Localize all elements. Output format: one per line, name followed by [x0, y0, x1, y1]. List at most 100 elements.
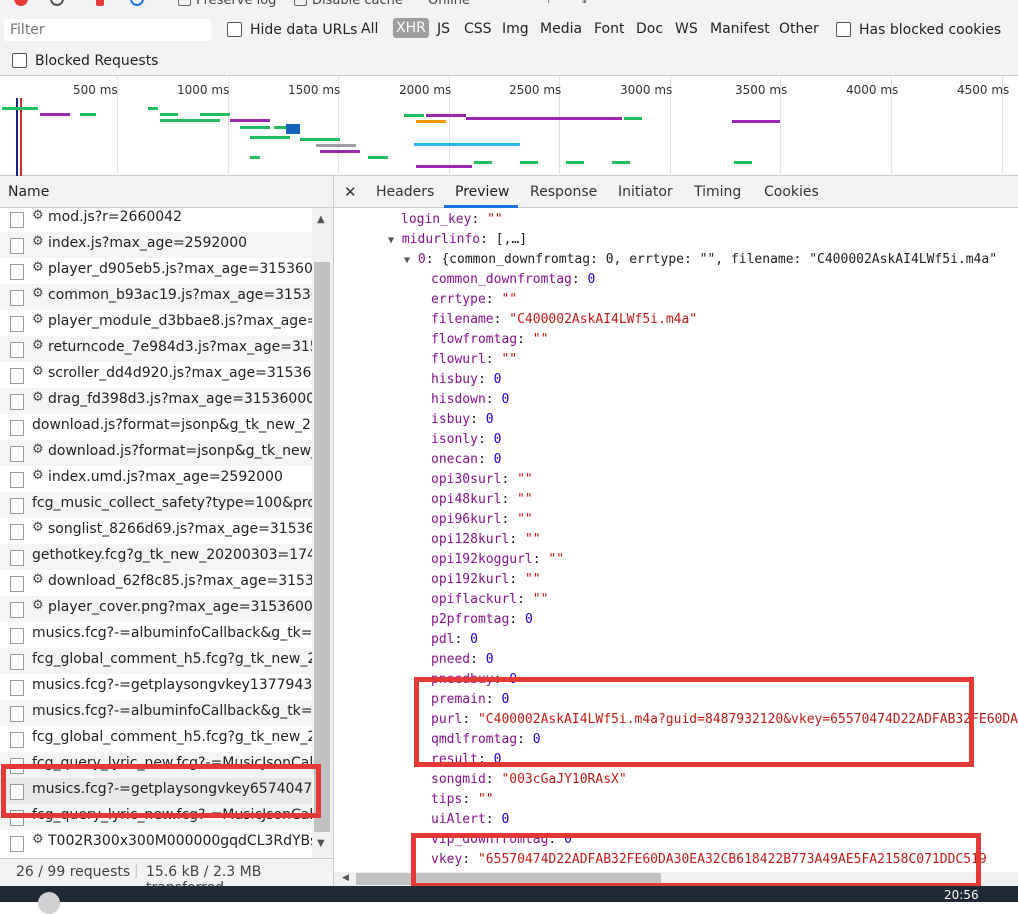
- export-har-icon[interactable]: ⤓: [582, 0, 587, 7]
- filter-type-img[interactable]: Img: [502, 21, 529, 37]
- tab-preview[interactable]: Preview: [455, 184, 510, 200]
- filter-input[interactable]: [4, 19, 211, 41]
- filter-type-all[interactable]: All: [361, 21, 378, 37]
- preview-field-purl: purl: "C400002AskAI4LWf5i.m4a?guid=84879…: [431, 712, 1018, 727]
- request-list-scrollbar[interactable]: ▲ ▼: [312, 208, 334, 858]
- request-name: player_module_d3bbae8.js?max_age=3153600…: [48, 313, 312, 329]
- preview-field-qmdlfromtag: qmdlfromtag: 0: [431, 732, 541, 747]
- request-row[interactable]: musics.fcg?-=albuminfoCallback&g_tk=1740…: [0, 622, 312, 648]
- file-icon: [10, 368, 24, 384]
- request-row[interactable]: ⚙ index.js?max_age=2592000: [0, 232, 312, 258]
- request-name: musics.fcg?-=getplaysongvkey657404797.: [32, 781, 312, 797]
- tab-timing[interactable]: Timing: [694, 184, 741, 200]
- preview-field-vip_downfromtag: vip_downfromtag: 0: [431, 832, 572, 847]
- request-name: fcg_music_collect_safety?type=100&projec…: [32, 495, 312, 511]
- filter-type-other[interactable]: Other: [779, 21, 819, 37]
- filter-type-xhr[interactable]: XHR: [393, 18, 429, 38]
- request-row[interactable]: fcg_query_lyric_new.fcg?-=MusicJsonCallb…: [0, 752, 312, 778]
- hide-data-urls-label: Hide data URLs: [250, 22, 358, 38]
- request-row[interactable]: ⚙ scroller_dd4d920.js?max_age=31536000: [0, 362, 312, 388]
- preview-field-isonly: isonly: 0: [431, 432, 502, 447]
- preserve-log-checkbox[interactable]: [178, 0, 191, 6]
- request-row[interactable]: musics.fcg?-=albuminfoCallback&g_tk=1740…: [0, 700, 312, 726]
- filter-type-manifest[interactable]: Manifest: [710, 21, 770, 37]
- throttling-select[interactable]: Online: [428, 0, 470, 8]
- scrollbar-thumb[interactable]: [314, 262, 330, 832]
- gear-icon: ⚙: [32, 572, 44, 587]
- timeline-tick: 3000 ms: [620, 83, 673, 97]
- preview-field-uiAlert: uiAlert: 0: [431, 812, 510, 827]
- request-row[interactable]: fcg_music_collect_safety?type=100&projec…: [0, 492, 312, 518]
- request-row[interactable]: download.js?format=jsonp&g_tk_new_202003…: [0, 414, 312, 440]
- request-row[interactable]: musics.fcg?-=getplaysongvkey137794374.: [0, 674, 312, 700]
- name-column-header[interactable]: Name: [0, 176, 334, 208]
- request-name: songlist_8266d69.js?max_age=31536000: [48, 521, 312, 537]
- request-row[interactable]: ⚙ player_cover.png?max_age=31536000: [0, 596, 312, 622]
- request-row[interactable]: fcg_query_lyric_new.fcg?-=MusicJsonCallb…: [0, 804, 312, 830]
- request-name: download.js?format=jsonp&g_tk_new_202003…: [48, 443, 312, 459]
- tab-headers[interactable]: Headers: [376, 184, 434, 200]
- preview-field-hisbuy: hisbuy: 0: [431, 372, 502, 387]
- timeline-tick: 4000 ms: [846, 83, 899, 97]
- search-icon[interactable]: [130, 0, 144, 6]
- file-icon: [10, 836, 24, 852]
- preview-field-pneedbuy: pneedbuy: 0: [431, 672, 518, 687]
- filter-type-font[interactable]: Font: [594, 21, 624, 37]
- request-row[interactable]: ⚙ drag_fd398d3.js?max_age=31536000: [0, 388, 312, 414]
- preserve-log-label: Preserve log: [196, 0, 277, 8]
- request-row[interactable]: ⚙ player_module_d3bbae8.js?max_age=315360…: [0, 310, 312, 336]
- tab-cookies[interactable]: Cookies: [764, 184, 819, 200]
- request-row[interactable]: ⚙ download.js?format=jsonp&g_tk_new_20200…: [0, 440, 312, 466]
- expand-triangle-icon[interactable]: ▼: [404, 255, 410, 266]
- clear-icon[interactable]: [50, 0, 64, 6]
- file-icon: [10, 264, 24, 280]
- request-name: fcg_global_comment_h5.fcg?g_tk_new_20200…: [32, 729, 312, 745]
- filter-funnel-icon[interactable]: [96, 0, 104, 6]
- request-list: ⚙ mod.js?r=2660042 ⚙ index.js?max_age=25920…: [0, 208, 312, 858]
- request-row[interactable]: ⚙ mod.js?r=2660042: [0, 208, 312, 232]
- filter-type-ws[interactable]: WS: [675, 21, 698, 37]
- scroll-left-icon[interactable]: ◀: [342, 873, 349, 883]
- request-name: download.js?format=jsonp&g_tk_new_202003…: [32, 417, 312, 433]
- scroll-down-icon[interactable]: ▼: [317, 838, 325, 849]
- tab-initiator[interactable]: Initiator: [618, 184, 673, 200]
- filter-type-css[interactable]: CSS: [464, 21, 492, 37]
- gear-icon: ⚙: [32, 520, 44, 535]
- preview-horizontal-scrollbar[interactable]: ◀: [334, 872, 1018, 886]
- request-row[interactable]: ⚙ songlist_8266d69.js?max_age=31536000: [0, 518, 312, 544]
- request-row[interactable]: fcg_global_comment_h5.fcg?g_tk_new_20200…: [0, 726, 312, 752]
- preview-field-common_downfromtag: common_downfromtag: 0: [431, 272, 596, 287]
- filter-type-media[interactable]: Media: [540, 21, 582, 37]
- request-row[interactable]: ⚙ returncode_7e984d3.js?max_age=31536000: [0, 336, 312, 362]
- filter-type-js[interactable]: JS: [437, 21, 450, 37]
- request-row[interactable]: ⚙ T002R300x300M000000gqdCL3RdYBs.jpg: [0, 830, 312, 856]
- gear-icon: ⚙: [32, 286, 44, 301]
- timeline-tick: 1500 ms: [288, 83, 341, 97]
- filter-type-doc[interactable]: Doc: [636, 21, 663, 37]
- blocked-requests-checkbox[interactable]: [12, 53, 27, 68]
- preview-row[interactable]: ▼ 0: {common_downfromtag: 0, errtype: ""…: [404, 252, 997, 267]
- close-icon[interactable]: ✕: [344, 183, 357, 201]
- request-row[interactable]: ⚙ common_b93ac19.js?max_age=31536000: [0, 284, 312, 310]
- tab-response[interactable]: Response: [530, 184, 597, 200]
- has-blocked-cookies-checkbox[interactable]: [836, 22, 851, 37]
- request-row[interactable]: fcg_global_comment_h5.fcg?g_tk_new_20200…: [0, 648, 312, 674]
- start-button-icon[interactable]: [38, 892, 60, 914]
- request-row[interactable]: ⚙ index.umd.js?max_age=2592000: [0, 466, 312, 492]
- request-row[interactable]: ⚙ download_62f8c85.js?max_age=31536000: [0, 570, 312, 596]
- request-name: gethotkey.fcg?g_tk_new_20200303=1740767: [32, 547, 312, 563]
- import-har-icon[interactable]: ⤒: [546, 0, 551, 7]
- scroll-up-icon[interactable]: ▲: [317, 214, 325, 225]
- record-icon[interactable]: [14, 0, 28, 6]
- request-row[interactable]: musics.fcg?-=getplaysongvkey657404797.: [0, 778, 312, 804]
- request-name: musics.fcg?-=albuminfoCallback&g_tk=1740…: [32, 625, 312, 641]
- disable-cache-checkbox[interactable]: [294, 0, 307, 6]
- timeline-overview[interactable]: 500 ms 1000 ms 1500 ms 2000 ms 2500 ms 3…: [0, 76, 1018, 176]
- preview-row[interactable]: ▼ midurlinfo: [,…]: [388, 232, 527, 247]
- expand-triangle-icon[interactable]: ▼: [388, 235, 394, 246]
- hide-data-urls-checkbox[interactable]: [227, 22, 242, 37]
- request-row[interactable]: ⚙ player_d905eb5.js?max_age=31536000: [0, 258, 312, 284]
- request-name: drag_fd398d3.js?max_age=31536000: [48, 391, 312, 407]
- request-row[interactable]: gethotkey.fcg?g_tk_new_20200303=1740767: [0, 544, 312, 570]
- scrollbar-thumb[interactable]: [356, 873, 661, 885]
